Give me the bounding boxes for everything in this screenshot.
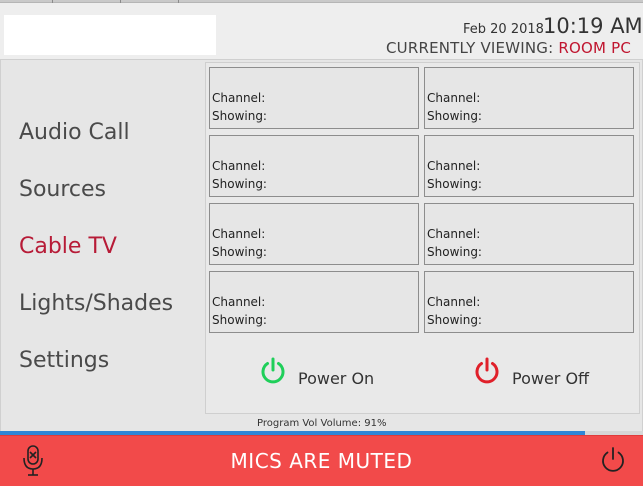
channel-label-text: Channel: (212, 295, 266, 309)
showing-label: Showing: (427, 245, 482, 259)
channel-label-text: Channel: (427, 227, 481, 241)
showing-label: Showing: (427, 313, 482, 327)
channel-tile[interactable]: Channel: Showing: (209, 67, 419, 129)
showing-label: Showing: (212, 313, 267, 327)
nav-item-audio-call[interactable]: Audio Call (19, 120, 130, 145)
channel-label: Channel: (427, 159, 480, 173)
showing-label: Showing: (427, 109, 482, 123)
showing-label-text: Showing: (427, 245, 482, 259)
channel-tile[interactable]: Channel: Showing: (424, 203, 634, 265)
channel-label: Channel: (212, 91, 265, 105)
channel-tile[interactable]: Channel: Showing: (209, 135, 419, 197)
nav-item-sources[interactable]: Sources (19, 177, 106, 202)
channel-label-text: Channel: (212, 91, 266, 105)
showing-label-text: Showing: (212, 177, 267, 191)
mute-status-bar: MICS ARE MUTED (0, 435, 643, 486)
power-off-button[interactable]: Power Off (472, 356, 612, 390)
channel-tile[interactable]: Channel: Showing: (209, 203, 419, 265)
showing-label-text: Showing: (427, 109, 482, 123)
viewing-room: ROOM PC (558, 39, 631, 57)
showing-label-text: Showing: (212, 245, 267, 259)
showing-label-text: Showing: (212, 313, 267, 327)
showing-label: Showing: (427, 177, 482, 191)
channel-label-text: Channel: (427, 91, 481, 105)
power-on-button[interactable]: Power On (258, 356, 398, 390)
showing-label-text: Showing: (427, 313, 482, 327)
logo-area (4, 15, 216, 55)
power-off-icon (475, 357, 499, 384)
mics-muted-text: MICS ARE MUTED (230, 449, 413, 473)
showing-label-text: Showing: (212, 109, 267, 123)
header: Feb 20 2018 10:19 AM CURRENTLY VIEWING: … (0, 3, 643, 60)
currently-viewing: CURRENTLY VIEWING: ROOM PC (386, 39, 631, 57)
showing-label: Showing: (212, 109, 267, 123)
channel-label-text: Channel: (427, 295, 481, 309)
time-display: 10:19 AM (543, 14, 643, 38)
nav-item-lights-shades[interactable]: Lights/Shades (19, 291, 173, 316)
channel-label: Channel: (427, 295, 480, 309)
channel-label: Channel: (427, 227, 480, 241)
channel-tile[interactable]: Channel: Showing: (209, 271, 419, 333)
channel-label-text: Channel: (212, 227, 266, 241)
cable-tv-panel: Channel: Showing: Channel: Showing: Chan… (205, 62, 640, 414)
power-off-label: Power Off (512, 369, 590, 388)
channel-tile[interactable]: Channel: Showing: (424, 271, 634, 333)
channel-label-text: Channel: (212, 159, 266, 173)
main-content: Audio Call Sources Cable TV Lights/Shade… (0, 60, 643, 434)
channel-label: Channel: (427, 91, 480, 105)
sidebar-nav: Audio Call Sources Cable TV Lights/Shade… (1, 60, 204, 434)
showing-label-text: Showing: (427, 177, 482, 191)
channel-tile[interactable]: Channel: Showing: (424, 67, 634, 129)
power-on-label: Power On (298, 369, 375, 388)
showing-label: Showing: (212, 245, 267, 259)
nav-item-settings[interactable]: Settings (19, 348, 109, 373)
program-volume-label: Program Vol Volume: 91% (257, 418, 387, 429)
showing-label: Showing: (212, 177, 267, 191)
power-on-icon (261, 357, 285, 384)
date-display: Feb 20 2018 (463, 22, 544, 37)
channel-tile[interactable]: Channel: Showing: (424, 135, 634, 197)
channel-label: Channel: (212, 227, 265, 241)
power-icon[interactable] (598, 445, 628, 475)
channel-label: Channel: (212, 295, 265, 309)
channel-label: Channel: (212, 159, 265, 173)
channel-label-text: Channel: (427, 159, 481, 173)
viewing-label: CURRENTLY VIEWING: (385, 39, 554, 57)
nav-item-cable-tv[interactable]: Cable TV (19, 234, 117, 259)
